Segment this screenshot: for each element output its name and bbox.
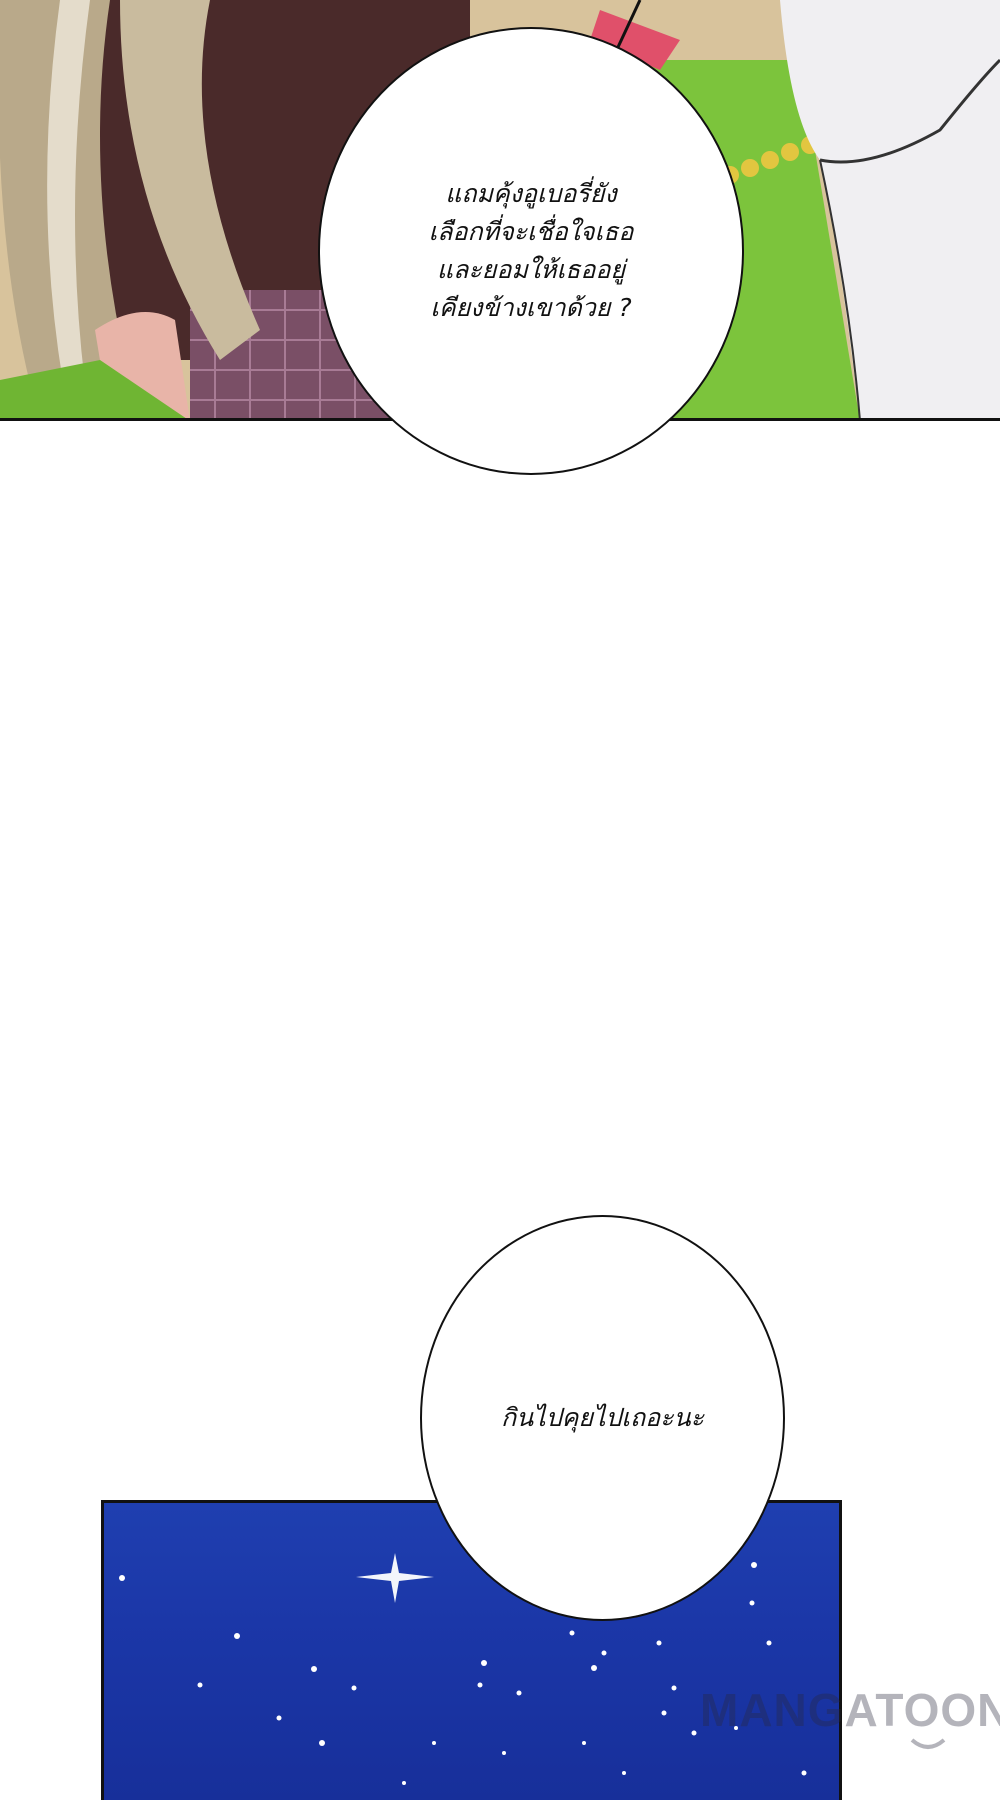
speech-bubble: กินไปคุยไปเถอะนะ — [420, 1215, 785, 1621]
dialogue-line: กินไปคุยไปเถอะนะ — [500, 1403, 705, 1432]
smile-icon — [910, 1738, 946, 1749]
dialogue-line: เคียงข้างเขาด้วย ? — [430, 293, 632, 322]
dialogue-text: กินไปคุยไปเถอะนะ — [501, 1399, 704, 1437]
dialogue-text: แถมคุ้งอูเบอรี่ยัง เลือกที่จะเชื่อใจเธอ … — [429, 175, 634, 327]
speech-bubble: แถมคุ้งอูเบอรี่ยัง เลือกที่จะเชื่อใจเธอ … — [318, 27, 744, 475]
watermark-logo: MANGATOON — [700, 1684, 1000, 1736]
dialogue-line: แถมคุ้งอูเบอรี่ยัง — [445, 179, 617, 208]
dialogue-line: และยอมให้เธออยู่ — [436, 255, 626, 284]
dialogue-line: เลือกที่จะเชื่อใจเธอ — [428, 217, 634, 246]
